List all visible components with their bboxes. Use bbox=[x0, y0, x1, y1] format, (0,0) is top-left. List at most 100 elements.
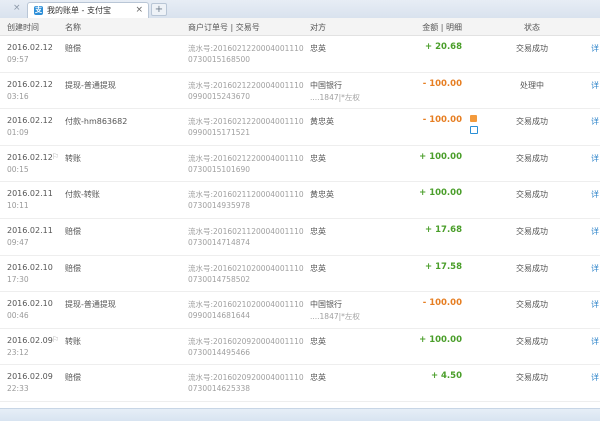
row-serial-number: 流水号:2016021120004001110 bbox=[188, 190, 304, 200]
row-status: 交易成功 bbox=[516, 263, 548, 273]
row-name: 赔偿 bbox=[65, 226, 81, 236]
row-name: 赔偿 bbox=[65, 44, 81, 53]
close-tab-icon[interactable]: × bbox=[135, 5, 143, 16]
close-tab-icon[interactable]: × bbox=[13, 3, 21, 14]
row-serial-number: 流水号:2016021220004001110 bbox=[188, 153, 304, 163]
table-row[interactable]: 2016.02.10 17:30 赔偿 流水号:2016021020004001110… bbox=[0, 256, 600, 293]
row-detail-link[interactable]: 详 bbox=[591, 336, 599, 347]
detail-box-icon[interactable] bbox=[470, 126, 478, 135]
row-trade-number: 0990015243670 bbox=[188, 91, 251, 101]
row-counterparty-account: ....1847|*左权 bbox=[310, 312, 360, 322]
row-amount: - 100.00 bbox=[422, 115, 462, 126]
column-header-time[interactable]: 创建时间 bbox=[7, 22, 39, 33]
row-name: 提现-普通提现 bbox=[65, 80, 116, 90]
column-header-party: 对方 bbox=[310, 23, 326, 32]
table-header: 创建时间 名称 商户订单号 | 交易号 对方 金额 | 明细 状态 bbox=[0, 18, 600, 36]
row-serial-number: 流水号:2016021020004001110 bbox=[188, 263, 304, 273]
column-header-name: 名称 bbox=[65, 23, 81, 32]
row-time: 03:16 bbox=[7, 91, 29, 101]
row-counterparty: 忠英 bbox=[310, 153, 326, 163]
row-status: 交易成功 bbox=[516, 190, 548, 200]
table-row[interactable]: 2016.02.11 10:11 付款-转账 流水号:2016021120004001… bbox=[0, 182, 600, 219]
row-detail-link[interactable]: 详 bbox=[591, 299, 599, 310]
row-counterparty-account: ....1847|*左权 bbox=[310, 92, 360, 102]
row-date: 2016.02.10 bbox=[7, 299, 53, 309]
row-serial-number: 流水号:2016020920004001110 bbox=[188, 373, 304, 383]
table-row[interactable]: 2016.02.09 22:33 赔偿 流水号:2016020920004001110… bbox=[0, 365, 600, 402]
row-detail-link[interactable]: 详 bbox=[591, 80, 599, 91]
row-status: 交易成功 bbox=[516, 117, 548, 127]
row-counterparty: 黄忠英 bbox=[310, 190, 334, 200]
new-tab-button[interactable]: + bbox=[151, 3, 167, 16]
tab-title: 我的账单 - 支付宝 bbox=[47, 6, 111, 15]
row-status: 交易成功 bbox=[516, 373, 548, 383]
row-amount: + 100.00 bbox=[419, 334, 462, 345]
row-name: 转账 bbox=[65, 153, 81, 163]
flag-icon[interactable]: ⚐ bbox=[52, 152, 59, 161]
alipay-icon: 支 bbox=[34, 6, 43, 15]
row-detail-link[interactable]: 详 bbox=[591, 372, 599, 383]
row-name: 付款-hm863682 bbox=[65, 117, 128, 127]
bottom-bar bbox=[0, 408, 600, 421]
table-row[interactable]: 2016.02.09 23:12 ⚐ 转账 流水号:201602092000400111… bbox=[0, 329, 600, 366]
row-date: 2016.02.12 bbox=[7, 79, 53, 89]
row-trade-number: 0730015168500 bbox=[188, 55, 251, 64]
table-row[interactable]: 2016.02.11 09:47 赔偿 流水号:2016021120004001110… bbox=[0, 219, 600, 256]
row-detail-link[interactable]: 详 bbox=[591, 43, 599, 54]
row-name: 提现-普通提现 bbox=[65, 300, 116, 310]
row-date: 2016.02.12 bbox=[7, 43, 53, 52]
row-status: 交易成功 bbox=[516, 300, 548, 310]
row-counterparty: 黄忠英 bbox=[310, 117, 334, 127]
table-row[interactable]: 2016.02.12 01:09 付款-hm863682 流水号:2016021220… bbox=[0, 109, 600, 146]
row-serial-number: 流水号:2016021120004001110 bbox=[188, 226, 304, 236]
row-serial-number: 流水号:2016021020004001110 bbox=[188, 300, 304, 310]
row-date: 2016.02.09 bbox=[7, 372, 53, 382]
row-date: 2016.02.10 bbox=[7, 262, 53, 272]
row-trade-number: 0990014681644 bbox=[188, 311, 251, 321]
flag-icon[interactable]: ⚐ bbox=[52, 335, 59, 344]
row-amount: + 17.58 bbox=[425, 261, 462, 272]
tab-my-bill[interactable]: 支 我的账单 - 支付宝 × bbox=[27, 2, 149, 18]
row-counterparty: 忠英 bbox=[310, 373, 326, 383]
row-status: 处理中 bbox=[520, 80, 544, 90]
row-amount: + 17.68 bbox=[425, 224, 462, 235]
row-amount: - 100.00 bbox=[422, 298, 462, 309]
row-date: 2016.02.11 bbox=[7, 189, 53, 199]
row-amount: + 100.00 bbox=[419, 151, 462, 162]
row-detail-link[interactable]: 详 bbox=[591, 116, 599, 127]
row-trade-number: 0730014625338 bbox=[188, 384, 251, 394]
remark-icon[interactable] bbox=[470, 115, 477, 123]
table-row[interactable]: 2016.02.12 00:15 ⚐ 转账 流水号:201602122000400111… bbox=[0, 146, 600, 183]
row-time: 00:15 bbox=[7, 164, 29, 174]
row-serial-number: 流水号:2016020920004001110 bbox=[188, 336, 304, 346]
row-date: 2016.02.11 bbox=[7, 225, 53, 235]
row-trade-number: 0730014935978 bbox=[188, 201, 251, 211]
row-name: 赔偿 bbox=[65, 263, 81, 273]
table-row[interactable]: 2016.02.10 00:46 提现-普通提现 流水号:20160210200040… bbox=[0, 292, 600, 329]
row-time: 00:46 bbox=[7, 311, 29, 321]
row-status: 交易成功 bbox=[516, 44, 548, 53]
column-header-amount[interactable]: 金额 | 明细 bbox=[400, 22, 462, 33]
row-detail-link[interactable]: 详 bbox=[591, 263, 599, 274]
row-detail-link[interactable]: 详 bbox=[591, 226, 599, 237]
row-serial-number: 流水号:2016021220004001110 bbox=[188, 44, 304, 53]
row-amount: - 100.00 bbox=[422, 78, 462, 89]
row-trade-number: 0990015171521 bbox=[188, 128, 251, 138]
row-serial-number: 流水号:2016021220004001110 bbox=[188, 117, 304, 127]
table-row[interactable]: 2016.02.12 03:16 提现-普通提现 流水号:20160212200040… bbox=[0, 73, 600, 110]
table-row[interactable]: 2016.02.12 09:57 赔偿 流水号:2016021220004001110… bbox=[0, 36, 600, 73]
row-detail-link[interactable]: 详 bbox=[591, 189, 599, 200]
row-time: 09:47 bbox=[7, 237, 29, 247]
row-counterparty: 忠英 bbox=[310, 226, 326, 236]
row-counterparty: 中国银行 bbox=[310, 300, 342, 310]
row-date: 2016.02.12 bbox=[7, 116, 53, 126]
row-detail-link[interactable]: 详 bbox=[591, 153, 599, 164]
row-counterparty: 忠英 bbox=[310, 263, 326, 273]
row-name: 转账 bbox=[65, 336, 81, 346]
bill-list: 2016.02.12 09:57 赔偿 流水号:2016021220004001110… bbox=[0, 36, 600, 402]
row-date: 2016.02.09 bbox=[7, 335, 53, 345]
row-name: 赔偿 bbox=[65, 373, 81, 383]
column-header-order: 商户订单号 | 交易号 bbox=[188, 23, 260, 32]
row-amount: + 100.00 bbox=[419, 188, 462, 199]
row-trade-number: 0730014495466 bbox=[188, 347, 251, 357]
